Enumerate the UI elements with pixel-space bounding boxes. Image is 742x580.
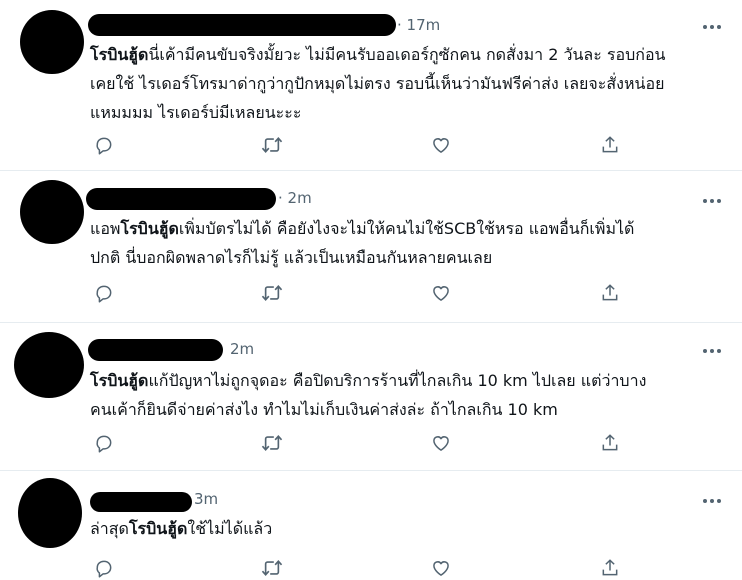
avatar[interactable]: [20, 180, 84, 244]
tweet-text: โรบินฮู้ดแก้ปัญหาไม่ถูกจุดอะ คือปิดบริกา…: [90, 366, 646, 424]
more-horizontal-icon: [703, 25, 721, 29]
redacted-username: [88, 339, 223, 361]
tweet-line-text: เคยใช้ ไรเดอร์โทรมาด่ากูว่ากูปักหมุดไม่ต…: [90, 74, 665, 93]
tweet-text: โรบินฮู้ดนี่เค้ามีคนขับจริงมั้ยวะ ไม่มีค…: [90, 40, 666, 127]
tweet-actions: [90, 431, 630, 455]
more-options-button[interactable]: [700, 342, 724, 360]
avatar[interactable]: [20, 10, 84, 74]
tweet-line: ปกติ นี่บอกผิดพลาดไรก็ไม่รู้ แล้วเป็นเหม…: [90, 243, 634, 272]
tweet-text: แอพโรบินฮู้ดเพิ่มบัตรไม่ได้ คือยังไงจะไม…: [90, 214, 634, 272]
redacted-username: [90, 492, 192, 512]
reply-button[interactable]: [92, 281, 116, 305]
tweet-line-text: ใช้ไม่ได้แล้ว: [187, 519, 273, 538]
tweet-line-text: คนเค้าก็ยินดีจ่ายค่าส่งไง ทำไมไม่เก็บเงิ…: [90, 400, 558, 419]
more-horizontal-icon: [703, 199, 721, 203]
retweet-button[interactable]: [260, 133, 284, 157]
mention-text: โรบินฮู้ด: [128, 519, 188, 538]
retweet-button[interactable]: [260, 556, 284, 580]
tweet-line: โรบินฮู้ดนี่เค้ามีคนขับจริงมั้ยวะ ไม่มีค…: [90, 40, 666, 69]
mention-text: โรบินฮู้ด: [90, 45, 149, 64]
retweet-icon: [261, 136, 283, 154]
tweet-line-text: ล่าสุด: [90, 519, 129, 538]
mention-text: โรบินฮู้ด: [90, 371, 149, 390]
more-horizontal-icon: [703, 499, 721, 503]
tweet-line-text: นี่เค้ามีคนขับจริงมั้ยวะ ไม่มีคนรับออเดอ…: [148, 45, 666, 64]
tweet-line: โรบินฮู้ดแก้ปัญหาไม่ถูกจุดอะ คือปิดบริกา…: [90, 366, 646, 395]
avatar[interactable]: [18, 478, 82, 548]
divider: [0, 170, 742, 171]
share-icon: [602, 559, 618, 576]
tweet-text: ล่าสุดโรบินฮู้ดใช้ไม่ได้แล้ว: [90, 514, 272, 543]
more-options-button[interactable]: [700, 192, 724, 210]
retweet-button[interactable]: [260, 281, 284, 305]
tweet-actions: [90, 133, 630, 157]
redacted-username: [86, 188, 276, 210]
share-button[interactable]: [598, 431, 622, 455]
like-icon: [433, 138, 449, 153]
reply-icon: [96, 137, 112, 155]
tweet-line: แหมมมม ไรเดอร์บ่มีเหลยนะะะ: [90, 98, 666, 127]
reply-button[interactable]: [92, 431, 116, 455]
tweet-line-text: ปกติ นี่บอกผิดพลาดไรก็ไม่รู้ แล้วเป็นเหม…: [90, 248, 493, 267]
reply-icon: [96, 560, 112, 578]
divider: [0, 470, 742, 471]
tweet-line: เคยใช้ ไรเดอร์โทรมาด่ากูว่ากูปักหมุดไม่ต…: [90, 69, 666, 98]
share-button[interactable]: [598, 556, 622, 580]
tweet-timestamp[interactable]: 3m: [194, 490, 218, 508]
reply-icon: [96, 285, 112, 303]
tweet-line-text: เพิ่มบัตรไม่ได้ คือยังไงจะไม่ให้คนไม่ใช้…: [178, 219, 635, 238]
more-options-button[interactable]: [700, 492, 724, 510]
share-icon: [602, 136, 618, 153]
like-icon: [433, 286, 449, 301]
mention-text: โรบินฮู้ด: [120, 219, 179, 238]
more-options-button[interactable]: [700, 18, 724, 36]
share-icon: [602, 284, 618, 301]
tweet-line: แอพโรบินฮู้ดเพิ่มบัตรไม่ได้ คือยังไงจะไม…: [90, 214, 634, 243]
tweet-line-text: แอพ: [90, 219, 121, 238]
share-icon: [602, 434, 618, 451]
divider: [0, 322, 742, 323]
redacted-username: [88, 14, 396, 36]
like-icon: [433, 561, 449, 576]
reply-button[interactable]: [92, 133, 116, 157]
retweet-icon: [261, 284, 283, 302]
avatar[interactable]: [14, 332, 84, 398]
tweet-actions: [90, 556, 630, 580]
share-button[interactable]: [598, 281, 622, 305]
like-button[interactable]: [429, 133, 453, 157]
tweet-line-text: แหมมมม ไรเดอร์บ่มีเหลยนะะะ: [90, 103, 302, 122]
like-button[interactable]: [429, 556, 453, 580]
retweet-icon: [261, 434, 283, 452]
tweet-line: ล่าสุดโรบินฮู้ดใช้ไม่ได้แล้ว: [90, 514, 272, 543]
more-horizontal-icon: [703, 349, 721, 353]
share-button[interactable]: [598, 133, 622, 157]
like-button[interactable]: [429, 431, 453, 455]
tweet-line: คนเค้าก็ยินดีจ่ายค่าส่งไง ทำไมไม่เก็บเงิ…: [90, 395, 646, 424]
retweet-icon: [261, 559, 283, 577]
tweet-line-text: แก้ปัญหาไม่ถูกจุดอะ คือปิดบริการร้านที่ไ…: [148, 371, 647, 390]
like-button[interactable]: [429, 281, 453, 305]
tweet-actions: [90, 281, 630, 305]
reply-icon: [96, 435, 112, 453]
reply-button[interactable]: [92, 556, 116, 580]
tweet-feed: · 17m โรบินฮู้ดนี่เค้ามีคนขับจริงมั้ยวะ …: [0, 0, 742, 580]
tweet-timestamp[interactable]: · 2m: [278, 189, 312, 207]
tweet-timestamp[interactable]: · 17m: [397, 16, 440, 34]
like-icon: [433, 436, 449, 451]
tweet-timestamp[interactable]: 2m: [230, 340, 254, 358]
retweet-button[interactable]: [260, 431, 284, 455]
